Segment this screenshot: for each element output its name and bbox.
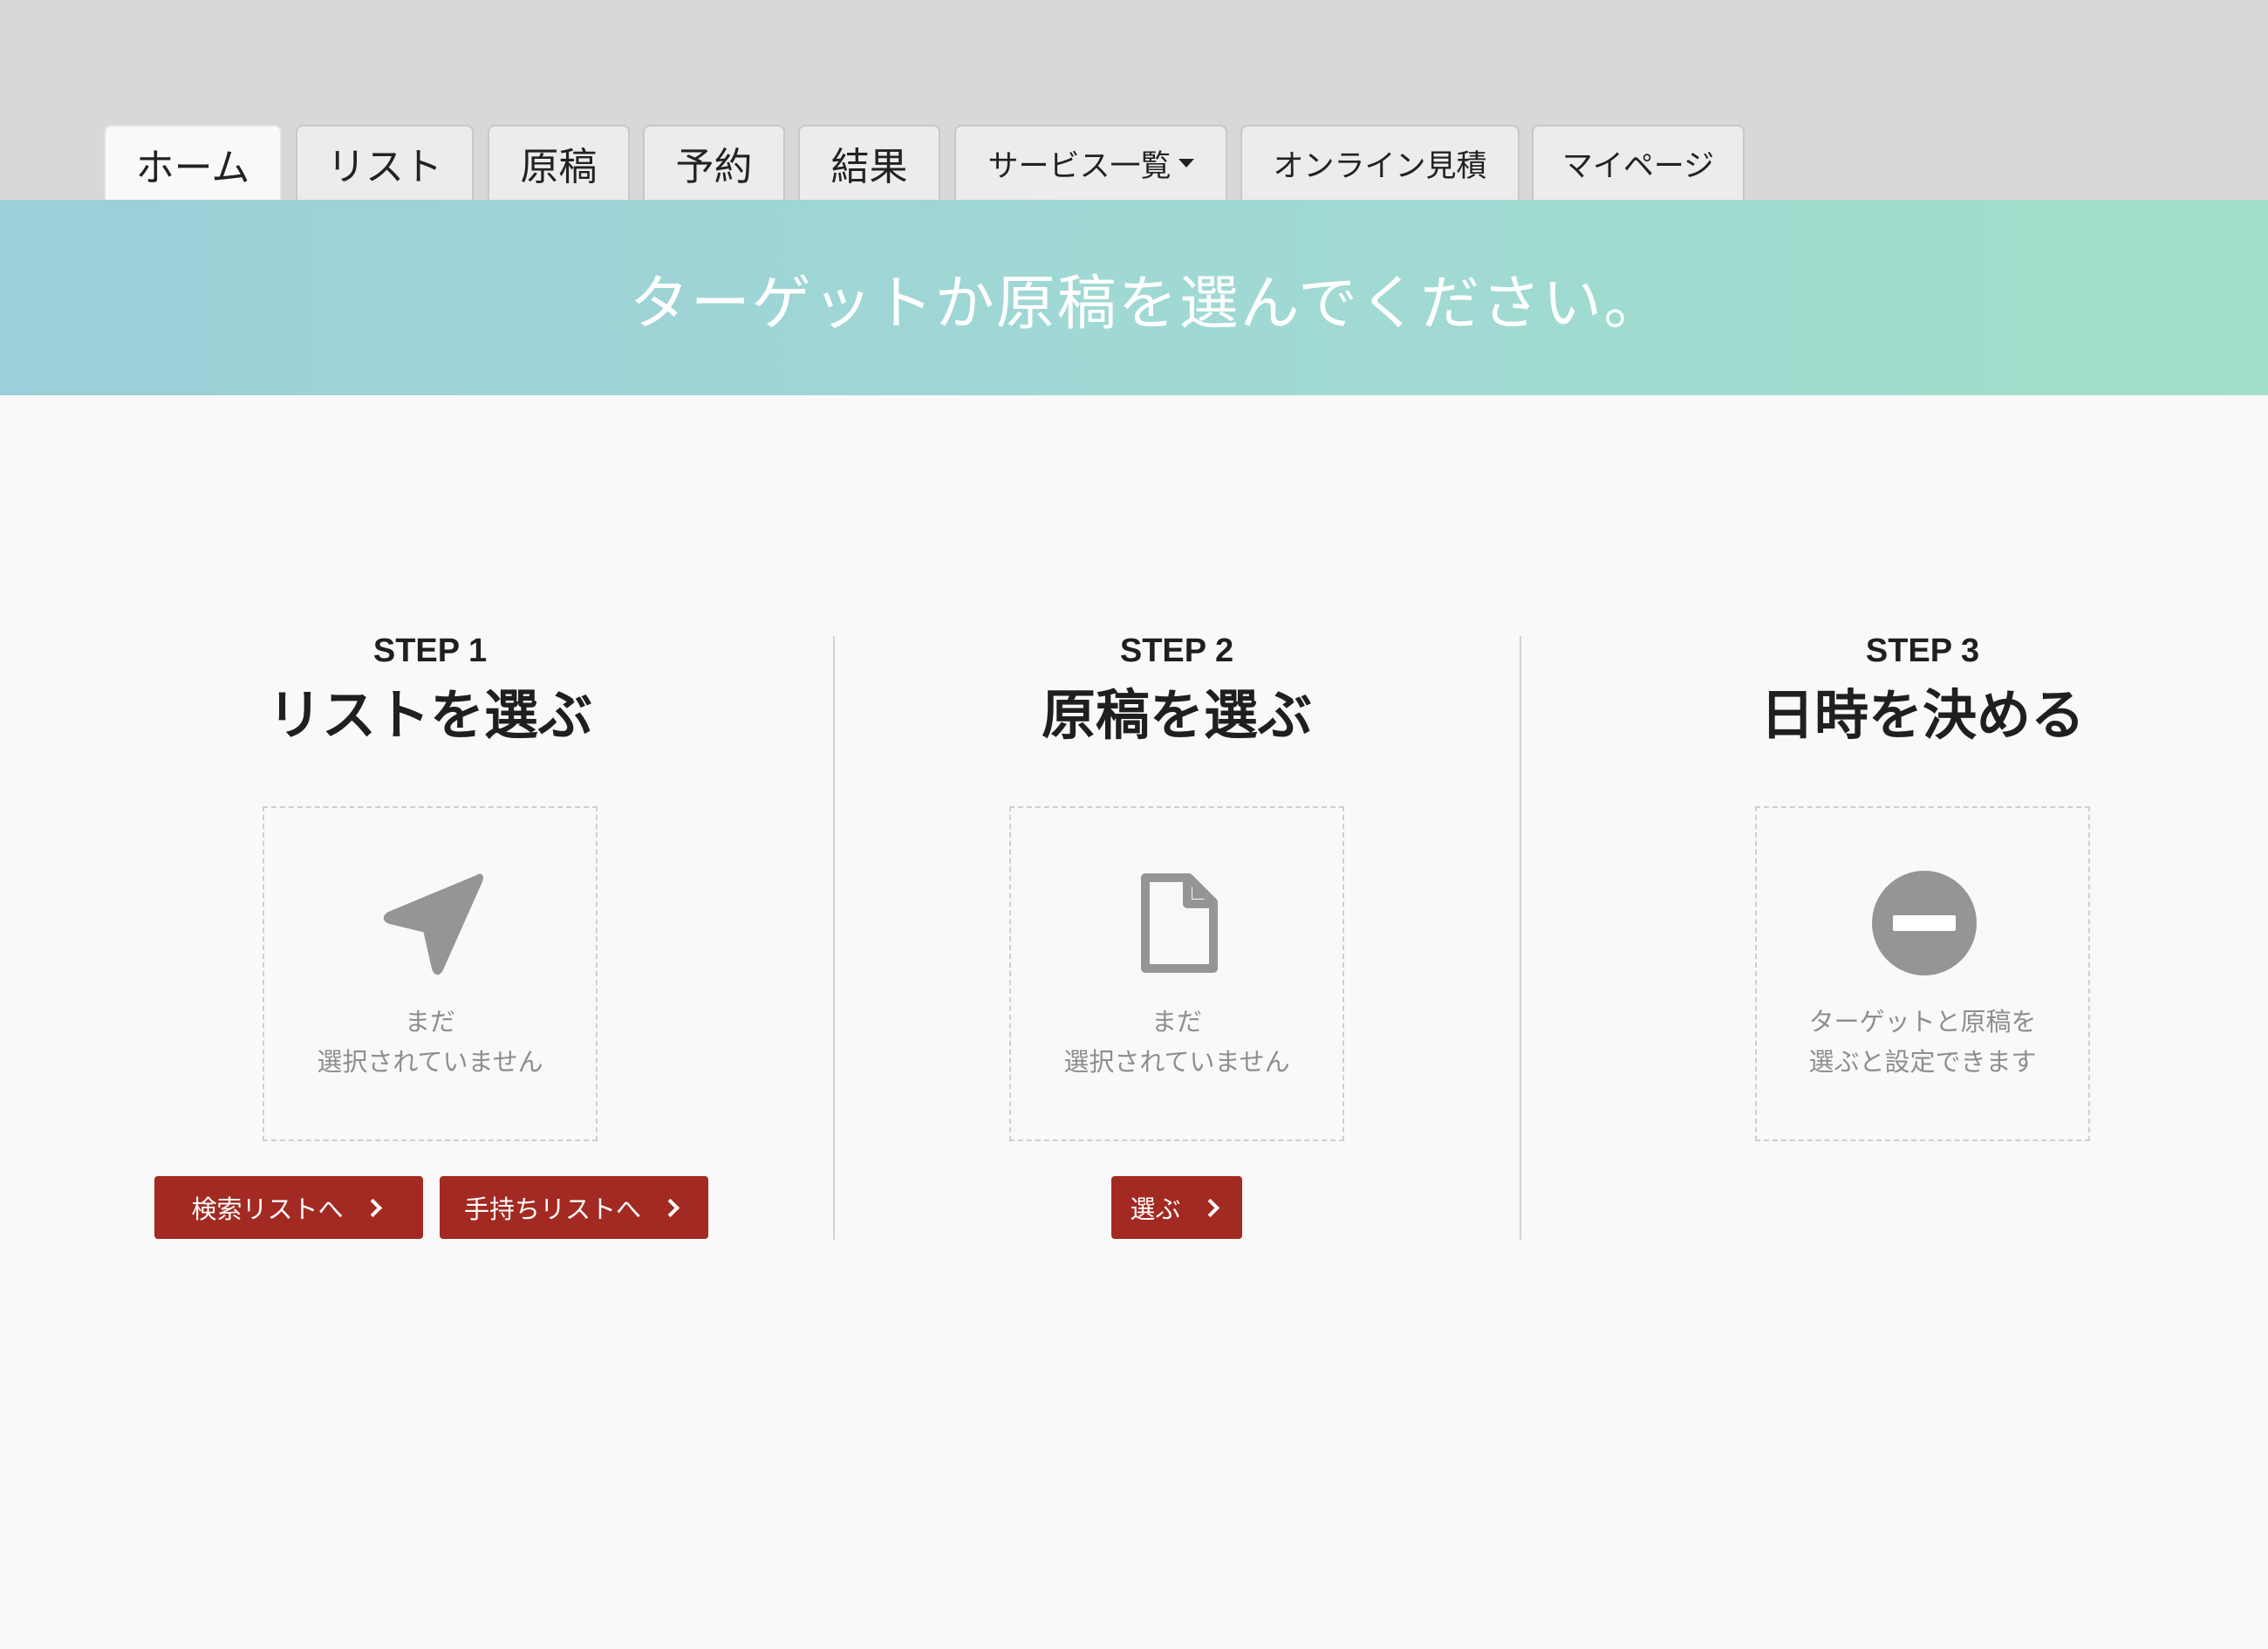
column-divider (1520, 636, 1521, 1240)
tab-mypage[interactable]: マイページ (1532, 125, 1745, 200)
step-3-column: STEP 3 日時を決める ターゲットと原稿を 選ぶと設定できます (1617, 630, 2228, 1141)
step-3-label: STEP 3 (1865, 633, 1980, 669)
tab-reservation[interactable]: 予約 (643, 125, 785, 200)
step-3-status-box: ターゲットと原稿を 選ぶと設定できます (1755, 806, 2090, 1141)
minus-circle-icon (1872, 871, 1977, 975)
column-divider (833, 636, 835, 1240)
banner-text: ターゲットか原稿を選んでください。 (629, 269, 1665, 339)
step-2-status-box: まだ 選択されていません (1009, 806, 1344, 1141)
document-icon (1141, 873, 1218, 973)
tab-manuscript[interactable]: 原稿 (488, 125, 630, 200)
tab-mypage-label: マイページ (1561, 148, 1715, 184)
tab-list-label: リスト (327, 145, 442, 189)
tab-home-label: ホーム (135, 146, 250, 190)
step-1-status-line-1: まだ (404, 1007, 455, 1037)
tab-online-estimate-label: オンライン見積 (1273, 148, 1487, 184)
tab-results-label: 結果 (830, 145, 908, 189)
step-1-label: STEP 1 (372, 633, 488, 669)
chevron-right-icon (660, 1198, 680, 1217)
caret-down-icon (1178, 159, 1194, 168)
tab-reservation-label: 予約 (675, 145, 753, 189)
search-list-button-label: 検索リストへ (191, 1194, 344, 1224)
tab-results[interactable]: 結果 (798, 125, 940, 200)
tab-manuscript-label: 原稿 (520, 145, 598, 189)
step-2-status-text: まだ 選択されていません (1011, 1002, 1342, 1082)
location-arrow-icon (383, 873, 483, 975)
owned-list-button-label: 手持ちリストへ (463, 1194, 641, 1224)
step-2-title: 原稿を選ぶ (1041, 683, 1312, 747)
step-2-status-line-2: 選択されていません (1063, 1047, 1290, 1077)
tab-online-estimate[interactable]: オンライン見積 (1240, 125, 1520, 200)
step-1-title: リストを選ぶ (267, 683, 592, 747)
step-1-status-box: まだ 選択されていません (263, 806, 598, 1141)
step-2-column: STEP 2 原稿を選ぶ まだ 選択されていません (871, 630, 1482, 1141)
chevron-right-icon (1200, 1198, 1219, 1217)
owned-list-button[interactable]: 手持ちリストへ (440, 1176, 708, 1239)
chevron-right-icon (363, 1198, 382, 1217)
tab-list[interactable]: リスト (296, 125, 474, 200)
search-list-button[interactable]: 検索リストへ (154, 1176, 423, 1239)
choose-manuscript-button-label: 選ぶ (1130, 1194, 1181, 1224)
tab-service-list-dropdown[interactable]: サービス一覧 (954, 125, 1227, 200)
choose-manuscript-button[interactable]: 選ぶ (1111, 1176, 1242, 1239)
step-1-status-text: まだ 選択されていません (264, 1002, 596, 1082)
step-1-column: STEP 1 リストを選ぶ まだ 選択されていません (125, 630, 735, 1141)
step-2-label: STEP 2 (1119, 633, 1234, 669)
step-3-status-line-2: 選ぶと設定できます (1808, 1047, 2037, 1077)
instruction-banner: ターゲットか原稿を選んでください。 (0, 200, 2268, 395)
step-1-status-line-2: 選択されていません (317, 1047, 543, 1077)
tab-home[interactable]: ホーム (104, 125, 282, 202)
top-nav-bar: ホーム リスト 原稿 予約 結果 サービス一覧 オンライン見積 マイページ (0, 0, 2268, 202)
tab-service-list-label: サービス一覧 (987, 148, 1172, 184)
step-3-title: 日時を決める (1759, 683, 2085, 747)
step-3-status-text: ターゲットと原稿を 選ぶと設定できます (1757, 1002, 2088, 1082)
step-2-status-line-1: まだ (1151, 1007, 1202, 1037)
step-3-status-line-1: ターゲットと原稿を (1808, 1007, 2037, 1037)
